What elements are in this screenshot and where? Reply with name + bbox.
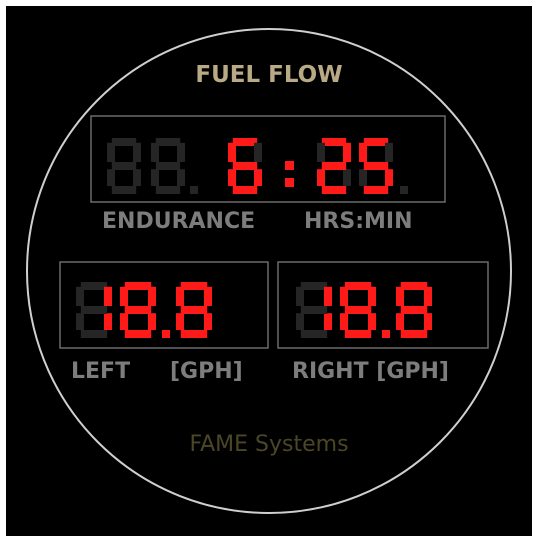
endurance-digit-min-ones-seg-e: [359, 169, 367, 186]
left-digit-ones-seg-b: [148, 286, 156, 306]
right-digit-ones-seg-c: [368, 313, 376, 330]
endurance-digit-hours-seg-g: [232, 162, 258, 170]
endurance-digit-1-seg-b: [133, 142, 141, 162]
right-digit-ones-seg-g: [344, 306, 372, 314]
right-digit-tens-seg-d: [300, 330, 328, 338]
left-digit-ones-seg-g: [124, 306, 152, 314]
endurance-digit-min-ones-seg-g: [363, 162, 389, 170]
endurance-digit-2-seg-d: [155, 186, 181, 194]
left-tank-label: LEFT: [71, 359, 131, 384]
right-digit-ones-seg-b: [368, 286, 376, 306]
endurance-digit-1-seg-c: [133, 169, 141, 186]
endurance-digit-1-seg-e: [107, 169, 115, 186]
right-digit-tenths-seg-f: [396, 286, 404, 306]
fuel-flow-gauge: FUEL FLOW ENDURANCE HRS:MIN LEFT [GPH] R…: [6, 6, 532, 536]
left-unit-label: [GPH]: [170, 359, 243, 384]
endurance-digit-min-ones-seg-d: [363, 186, 389, 194]
endurance-colon-top: [285, 161, 294, 170]
left-digit-ones-seg-c: [148, 313, 156, 330]
left-digit-tenths-seg-f: [176, 286, 184, 306]
right-digit-tenths-seg-d: [400, 330, 428, 338]
right-decimal-point: [382, 330, 390, 338]
right-digit-tenths-seg-b: [424, 286, 432, 306]
endurance-digit-min-ones-seg-f: [359, 142, 367, 162]
endurance-digit-hours-seg-f: [228, 142, 236, 162]
left-digit-tenths-seg-a: [180, 282, 208, 290]
endurance-dp: [190, 186, 198, 194]
endurance-digit-min-tens-seg-a: [321, 138, 347, 146]
endurance-unit-label: HRS:MIN: [304, 209, 413, 234]
left-digit-tens-seg-f: [76, 286, 84, 306]
endurance-digit-2-seg-e: [151, 169, 159, 186]
right-tank-label: RIGHT [GPH]: [292, 359, 449, 384]
left-digit-tens-seg-e: [76, 313, 84, 330]
endurance-digit-min-ones-seg-c: [385, 169, 393, 186]
endurance-digit-1-seg-a: [111, 138, 137, 146]
endurance-digit-2-seg-c: [177, 169, 185, 186]
right-digit-tens-seg-g: [300, 306, 328, 314]
right-digit-tens-seg-c: [324, 313, 332, 330]
endurance-digit-min-tens-seg-d: [321, 186, 347, 194]
endurance-colon-bottom: [285, 178, 294, 187]
right-digit-tens-seg-e: [296, 313, 304, 330]
left-digit-tens-seg-b: [104, 286, 112, 306]
left-digit-tens-seg-c: [104, 313, 112, 330]
left-digit-tenths-seg-b: [204, 286, 212, 306]
endurance-label: ENDURANCE: [102, 209, 256, 234]
right-digit-ones-seg-e: [340, 313, 348, 330]
endurance-digit-hours-seg-e: [228, 169, 236, 186]
endurance-digit-min-tens-seg-c: [343, 169, 351, 186]
right-digit-ones-seg-f: [340, 286, 348, 306]
left-digit-ones-seg-d: [124, 330, 152, 338]
right-digit-ones-seg-d: [344, 330, 372, 338]
endurance-digit-1-seg-d: [111, 186, 137, 194]
left-digit-tenths-seg-c: [204, 313, 212, 330]
endurance-digit-2-seg-g: [155, 162, 181, 170]
endurance-digit-1-seg-f: [107, 142, 115, 162]
right-digit-ones-seg-a: [344, 282, 372, 290]
right-digit-tenths-seg-a: [400, 282, 428, 290]
endurance-digit-min-ones-seg-b: [385, 142, 393, 162]
left-digit-tens-seg-g: [80, 306, 108, 314]
right-digit-tens-seg-f: [296, 286, 304, 306]
right-digit-tenths-seg-e: [396, 313, 404, 330]
endurance-digit-min-ones-seg-a: [363, 138, 389, 146]
endurance-digit-1-seg-g: [111, 162, 137, 170]
gauge-title: FUEL FLOW: [195, 62, 343, 88]
endurance-digit-2-seg-f: [151, 142, 159, 162]
brand-label: FAME Systems: [189, 432, 349, 457]
left-digit-ones-seg-a: [124, 282, 152, 290]
endurance-digit-min-tens-seg-e: [317, 169, 325, 186]
right-digit-tenths-seg-g: [400, 306, 428, 314]
left-digit-ones-seg-f: [120, 286, 128, 306]
endurance-digit-hours-seg-a: [232, 138, 258, 146]
right-digit-tenths-seg-c: [424, 313, 432, 330]
left-digit-tenths-seg-e: [176, 313, 184, 330]
endurance-digit-hours-seg-d: [232, 186, 258, 194]
right-flow-readout: [296, 282, 432, 338]
left-decimal-point: [162, 330, 170, 338]
endurance-digit-min-tens-seg-b: [343, 142, 351, 162]
left-digit-ones-seg-e: [120, 313, 128, 330]
left-digit-tens-seg-a: [80, 282, 108, 290]
left-digit-tenths-seg-d: [180, 330, 208, 338]
endurance-digit-2-seg-b: [177, 142, 185, 162]
endurance-digit-hours-seg-c: [254, 169, 262, 186]
endurance-readout: [107, 138, 408, 194]
endurance-dp-trailing: [400, 186, 408, 194]
endurance-digit-hours-seg-b: [254, 142, 262, 162]
endurance-digit-min-tens-seg-f: [317, 142, 325, 162]
left-digit-tenths-seg-g: [180, 306, 208, 314]
right-digit-tens-seg-b: [324, 286, 332, 306]
left-digit-tens-seg-d: [80, 330, 108, 338]
endurance-digit-min-tens-seg-g: [321, 162, 347, 170]
endurance-digit-2-seg-a: [155, 138, 181, 146]
right-digit-tens-seg-a: [300, 282, 328, 290]
left-flow-readout: [76, 282, 212, 338]
